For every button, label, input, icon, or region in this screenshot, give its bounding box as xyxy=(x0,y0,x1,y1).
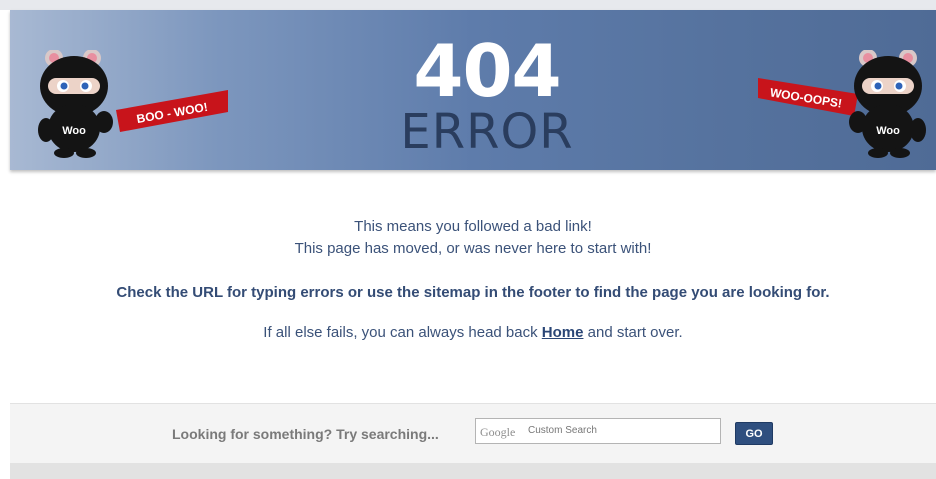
instruction-text: Check the URL for typing errors or use t… xyxy=(116,284,830,301)
fallback-text-before: If all else fails, you can always head b… xyxy=(263,324,542,341)
fallback-message: If all else fails, you can always head b… xyxy=(10,324,936,341)
error-code: 404 xyxy=(413,29,561,113)
google-logo: Google xyxy=(480,425,516,439)
top-strip xyxy=(0,0,936,10)
search-label: Looking for something? Try searching... xyxy=(172,426,439,442)
bottom-strip xyxy=(10,463,936,479)
ninja-mascot-left: Woo BOO - WOO! xyxy=(38,50,228,158)
error-word: ERROR xyxy=(400,104,574,160)
message-line-2: This page has moved, or was never here t… xyxy=(294,240,652,257)
mascot-label-left: Woo xyxy=(62,125,86,137)
home-link[interactable]: Home xyxy=(542,324,584,341)
ninja-mascot-right: WOO-OOPS! Woo xyxy=(758,50,926,158)
go-button[interactable]: GO xyxy=(735,422,773,445)
search-placeholder: Custom Search xyxy=(528,425,597,436)
message-line-1: This means you followed a bad link! xyxy=(354,218,592,235)
error-banner: Woo BOO - WOO! 404 ERROR WOO-OOPS! Woo xyxy=(10,10,936,170)
search-bar: Looking for something? Try searching... … xyxy=(10,403,936,464)
search-input[interactable]: Google Custom Search xyxy=(475,418,721,444)
fallback-text-after: and start over. xyxy=(583,324,683,341)
mascot-label-right: Woo xyxy=(876,125,900,137)
